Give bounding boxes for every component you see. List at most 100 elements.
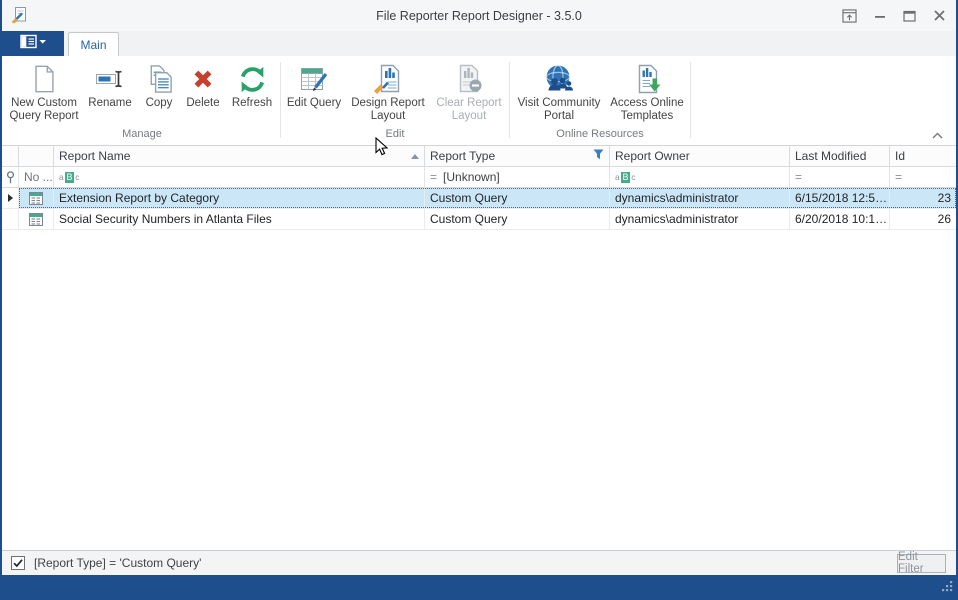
visit-community-portal-button[interactable]: Visit Community Portal <box>512 59 606 125</box>
cell-report-type[interactable]: Custom Query <box>425 209 610 230</box>
filter-cell-report-type[interactable]: = [Unknown] <box>425 167 610 188</box>
cell-last-modified[interactable]: 6/20/2018 10:1… <box>790 209 890 230</box>
resize-grip-icon[interactable] <box>941 580 954 598</box>
delete-button[interactable]: Delete <box>180 59 226 112</box>
community-portal-globe-icon <box>543 61 575 97</box>
table-row[interactable]: Social Security Numbers in Atlanta Files… <box>2 209 956 230</box>
window-controls <box>841 0 948 31</box>
column-header-report-name-label: Report Name <box>59 149 130 163</box>
report-table-icon <box>19 209 54 230</box>
design-report-layout-icon <box>372 61 404 97</box>
title-bar: File Reporter Report Designer - 3.5.0 <box>2 0 956 31</box>
column-header-report-name[interactable]: Report Name <box>54 146 425 167</box>
equals-operator-icon: = <box>430 170 437 184</box>
minimize-icon[interactable] <box>871 7 888 24</box>
collapse-ribbon-chevron-icon[interactable] <box>930 130 944 140</box>
ribbon-tab-row: Main <box>2 31 956 56</box>
filter-type-value: [Unknown] <box>443 170 500 184</box>
access-online-templates-label: Access Online Templates <box>608 97 686 123</box>
filter-cell-report-name[interactable]: aBc <box>54 167 425 188</box>
cell-report-owner[interactable]: dynamics\administrator <box>610 188 790 209</box>
edit-query-button[interactable]: Edit Query <box>283 59 345 112</box>
refresh-button[interactable]: Refresh <box>226 59 278 112</box>
column-header-report-owner[interactable]: Report Owner <box>610 146 790 167</box>
refresh-label: Refresh <box>232 97 272 110</box>
cell-report-name[interactable]: Extension Report by Category <box>54 188 425 209</box>
sort-ascending-icon <box>411 154 419 159</box>
rename-icon <box>94 61 126 97</box>
ribbon: New Custom Query Report Rename <box>2 56 956 146</box>
group-label-online-resources: Online Resources <box>512 128 688 145</box>
clear-report-layout-label: Clear Report Layout <box>433 97 505 123</box>
column-header-report-type[interactable]: Report Type <box>425 146 610 167</box>
cell-report-name[interactable]: Social Security Numbers in Atlanta Files <box>54 209 425 230</box>
filter-cell-report-owner[interactable]: aBc <box>610 167 790 188</box>
equals-operator-icon: = <box>895 170 902 184</box>
filter-cell-id[interactable]: = <box>890 167 956 188</box>
ribbon-group-separator <box>509 62 510 138</box>
filter-cell-last-modified[interactable]: = <box>790 167 890 188</box>
cell-last-modified[interactable]: 6/15/2018 12:5… <box>790 188 890 209</box>
column-header-last-modified[interactable]: Last Modified <box>790 146 890 167</box>
visit-community-portal-label: Visit Community Portal <box>514 97 604 123</box>
copy-label: Copy <box>146 97 173 110</box>
new-document-icon <box>29 61 59 97</box>
delete-x-icon <box>188 61 218 97</box>
ribbon-group-manage: New Custom Query Report Rename <box>6 58 278 145</box>
column-header-report-owner-label: Report Owner <box>615 149 690 163</box>
filter-pin-icon <box>2 167 19 188</box>
column-header-id[interactable]: Id <box>890 146 956 167</box>
abc-filter-icon: aBc <box>615 172 636 183</box>
copy-button[interactable]: Copy <box>138 59 180 112</box>
group-label-manage: Manage <box>6 128 278 145</box>
cell-report-owner[interactable]: dynamics\administrator <box>610 209 790 230</box>
filter-cell-icon-column[interactable]: No ... <box>19 167 54 188</box>
app-menu-icon <box>20 34 47 54</box>
rename-label: Rename <box>88 97 131 110</box>
cell-id[interactable]: 23 <box>890 188 956 209</box>
new-custom-query-report-label: New Custom Query Report <box>8 97 80 123</box>
new-custom-query-report-button[interactable]: New Custom Query Report <box>6 59 82 125</box>
column-header-last-modified-label: Last Modified <box>795 149 866 163</box>
equals-operator-icon: = <box>795 170 802 184</box>
filter-funnel-icon[interactable] <box>593 149 604 163</box>
ribbon-group-separator <box>280 62 281 138</box>
reports-grid: Report Name Report Type Report Owner Las… <box>2 146 956 550</box>
grid-header-row: Report Name Report Type Report Owner Las… <box>2 146 956 167</box>
application-menu-button[interactable] <box>2 31 64 56</box>
design-report-layout-label: Design Report Layout <box>347 97 429 123</box>
app-window: File Reporter Report Designer - 3.5.0 <box>0 0 958 600</box>
clear-report-layout-button: Clear Report Layout <box>431 59 507 125</box>
filter-expression-text: [Report Type] = 'Custom Query' <box>34 556 888 570</box>
clear-report-layout-icon <box>453 61 485 97</box>
tab-main-label: Main <box>80 38 106 52</box>
header-indicator-cell <box>2 146 19 167</box>
fullscreen-icon[interactable] <box>841 7 858 24</box>
header-icon-cell <box>19 146 54 167</box>
edit-filter-button[interactable]: Edit Filter <box>897 554 946 573</box>
access-online-templates-button[interactable]: Access Online Templates <box>606 59 688 125</box>
edit-filter-label: Edit Filter <box>898 551 945 575</box>
table-row[interactable]: Extension Report by Category Custom Quer… <box>2 188 956 209</box>
ribbon-group-edit: Edit Query <box>283 58 507 145</box>
abc-filter-icon: aBc <box>59 172 80 183</box>
filter-panel: [Report Type] = 'Custom Query' Edit Filt… <box>2 550 956 575</box>
design-report-layout-button[interactable]: Design Report Layout <box>345 59 431 125</box>
tab-main[interactable]: Main <box>68 32 119 56</box>
rename-button[interactable]: Rename <box>82 59 138 112</box>
cell-report-type[interactable]: Custom Query <box>425 188 610 209</box>
cell-id[interactable]: 26 <box>890 209 956 230</box>
edit-query-icon <box>298 61 330 97</box>
filter-no-value: No ... <box>24 170 53 184</box>
window-title: File Reporter Report Designer - 3.5.0 <box>2 9 956 23</box>
filter-enabled-checkbox[interactable] <box>11 556 25 570</box>
ribbon-group-online-resources: Visit Community Portal <box>512 58 688 145</box>
report-table-icon <box>19 188 54 209</box>
column-header-id-label: Id <box>895 149 905 163</box>
refresh-icon <box>237 61 268 97</box>
grid-filter-row: No ... aBc = [Unknown] aBc = = <box>2 167 956 188</box>
online-templates-download-icon <box>631 61 663 97</box>
row-arrow-icon <box>2 188 19 209</box>
close-icon[interactable] <box>931 7 948 24</box>
maximize-icon[interactable] <box>901 7 918 24</box>
